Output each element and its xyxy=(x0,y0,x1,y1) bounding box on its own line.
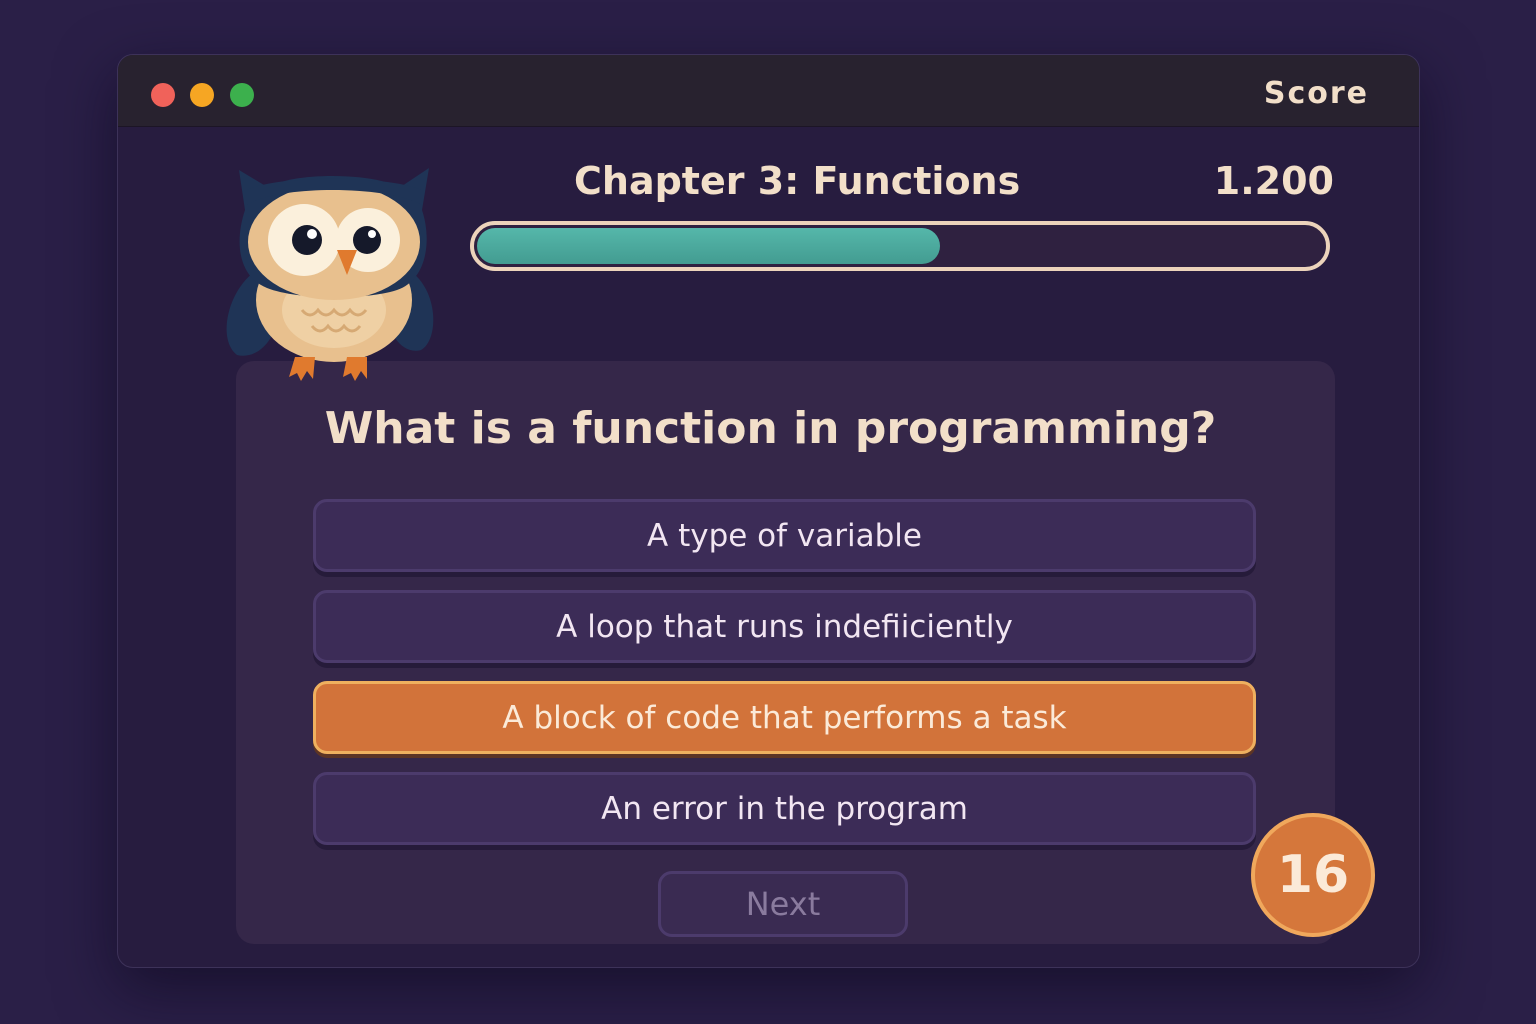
question-text: What is a function in programming? xyxy=(324,403,1217,454)
maximize-window-button[interactable] xyxy=(230,83,254,107)
answer-option-2[interactable]: A loop that runs indefiiciently xyxy=(313,590,1256,663)
answer-option-4[interactable]: An error in the program xyxy=(313,772,1256,845)
progress-bar xyxy=(470,221,1330,271)
answer-option-label: A loop that runs indefiiciently xyxy=(556,608,1013,645)
timer-value: 16 xyxy=(1276,845,1350,905)
answer-option-label: A block of code that performs a task xyxy=(502,699,1067,736)
owl-mascot-icon xyxy=(226,168,434,381)
answer-option-3-selected[interactable]: A block of code that performs a task xyxy=(313,681,1256,754)
timer-badge: 16 xyxy=(1251,813,1375,937)
points-value: 1.200 xyxy=(1213,159,1334,203)
progress-bar-fill xyxy=(477,228,940,264)
answer-option-label: An error in the program xyxy=(601,790,968,827)
app-window: Score Chapter 3: Functions 1.200 What is… xyxy=(117,54,1420,968)
next-button[interactable]: Next xyxy=(658,871,908,937)
minimize-window-button[interactable] xyxy=(190,83,214,107)
answer-option-1[interactable]: A type of variable xyxy=(313,499,1256,572)
chapter-title: Chapter 3: Functions xyxy=(574,159,1021,203)
next-button-label: Next xyxy=(745,885,821,923)
answer-option-label: A type of variable xyxy=(647,517,922,554)
score-label: Score xyxy=(1263,76,1369,111)
close-window-button[interactable] xyxy=(151,83,175,107)
title-bar: Score xyxy=(118,55,1419,127)
question-panel: What is a function in programming? A typ… xyxy=(236,361,1335,944)
